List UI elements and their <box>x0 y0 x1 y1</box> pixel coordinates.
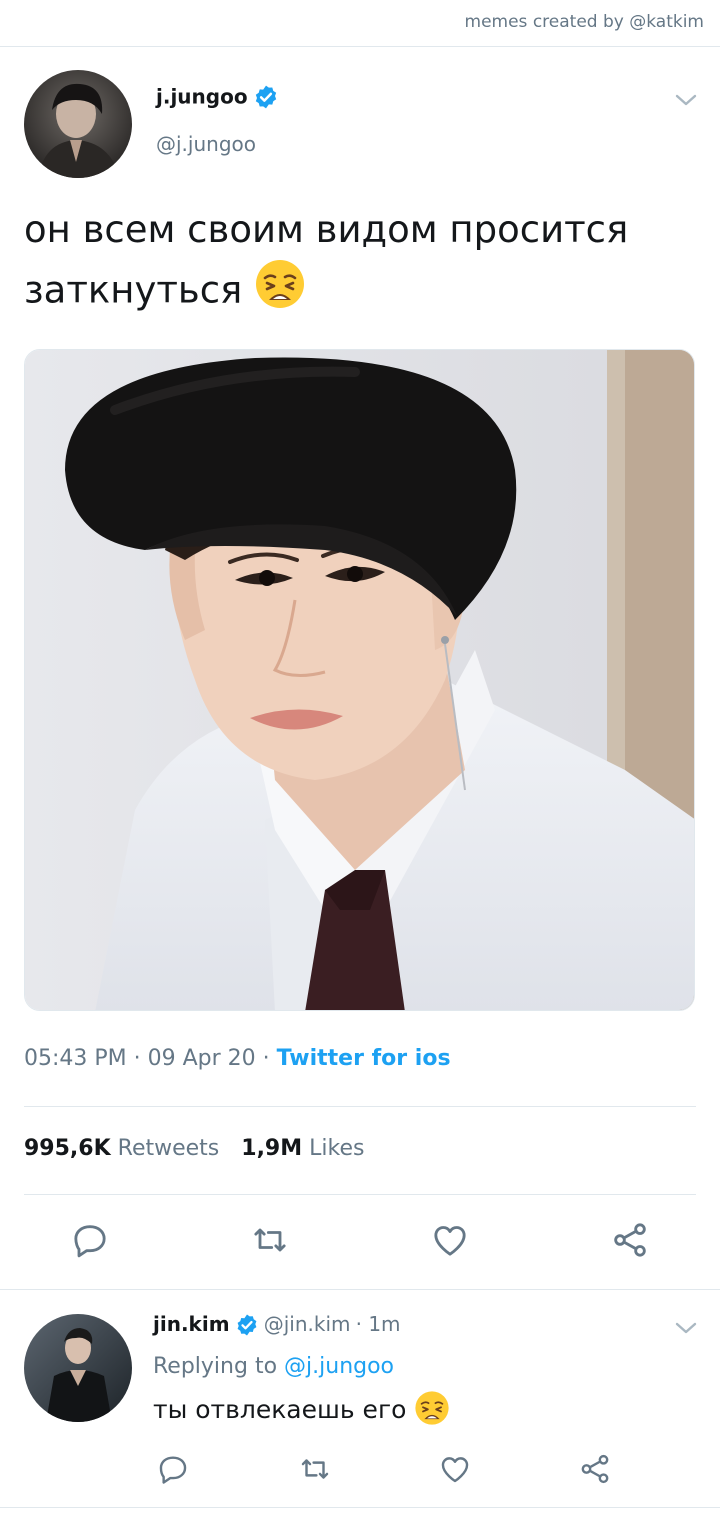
reply-author-handle[interactable]: @jin.kim <box>264 1312 351 1336</box>
reply-text: ты отвлекаешь его <box>153 1395 407 1424</box>
verified-badge-icon <box>235 1313 259 1341</box>
weary-face-emoji-icon <box>254 258 306 326</box>
meme-credit: memes created by @katkim <box>464 12 704 32</box>
tweet-date[interactable]: 09 Apr 20 <box>148 1046 256 1071</box>
share-icon[interactable] <box>610 1220 650 1260</box>
tweet-stats: 995,6K Retweets 1,9M Likes <box>24 1136 364 1161</box>
replying-to-line: Replying to @j.jungoo <box>153 1354 394 1379</box>
reply-header: jin.kim @jin.kim · 1m <box>153 1312 401 1341</box>
tweet-text-line-1: он всем своим видом просится <box>24 208 629 251</box>
retweets-count: 995,6K <box>24 1136 111 1161</box>
divider <box>0 1289 720 1290</box>
reply-icon[interactable] <box>70 1220 110 1260</box>
tweet-source-link[interactable]: Twitter for ios <box>277 1046 451 1071</box>
like-icon[interactable] <box>430 1220 470 1260</box>
tweet-photo[interactable] <box>24 349 695 1011</box>
reply-author-name[interactable]: jin.kim <box>153 1312 230 1336</box>
author-avatar[interactable] <box>24 70 132 178</box>
likes-label: Likes <box>309 1136 365 1161</box>
reply-author-avatar[interactable] <box>24 1314 132 1422</box>
retweet-icon[interactable] <box>298 1452 332 1486</box>
likes-stat[interactable]: 1,9M Likes <box>241 1136 364 1161</box>
likes-count: 1,9M <box>241 1136 303 1161</box>
retweet-icon[interactable] <box>250 1220 290 1260</box>
reply-text-row: ты отвлекаешь его <box>153 1390 450 1432</box>
divider <box>24 1106 696 1107</box>
like-icon[interactable] <box>438 1452 472 1486</box>
tweet-text: он всем своим видом просится заткнуться <box>24 202 696 326</box>
meta-separator: · <box>255 1046 277 1071</box>
author-handle[interactable]: @j.jungoo <box>156 132 256 156</box>
divider <box>24 1194 696 1195</box>
author-name[interactable]: j.jungoo <box>156 85 248 109</box>
top-divider <box>0 46 720 47</box>
share-icon[interactable] <box>578 1452 612 1486</box>
reply-icon[interactable] <box>156 1452 190 1486</box>
chevron-down-icon[interactable] <box>674 92 698 108</box>
tweet-text-line-2: заткнуться <box>24 268 243 312</box>
tweet-time[interactable]: 05:43 PM <box>24 1046 127 1071</box>
replying-to-label: Replying to <box>153 1354 278 1379</box>
retweets-label: Retweets <box>117 1136 220 1161</box>
retweets-stat[interactable]: 995,6K Retweets <box>24 1136 219 1161</box>
divider <box>0 1507 720 1508</box>
weary-face-emoji-icon <box>414 1390 450 1432</box>
reply-time[interactable]: · 1m <box>356 1312 401 1336</box>
chevron-down-icon[interactable] <box>674 1320 698 1336</box>
verified-badge-icon <box>253 84 279 114</box>
tweet-timestamp-row: 05:43 PM · 09 Apr 20 · Twitter for ios <box>24 1046 451 1071</box>
replying-to-mention[interactable]: @j.jungoo <box>284 1354 394 1379</box>
meta-separator: · <box>126 1046 148 1071</box>
